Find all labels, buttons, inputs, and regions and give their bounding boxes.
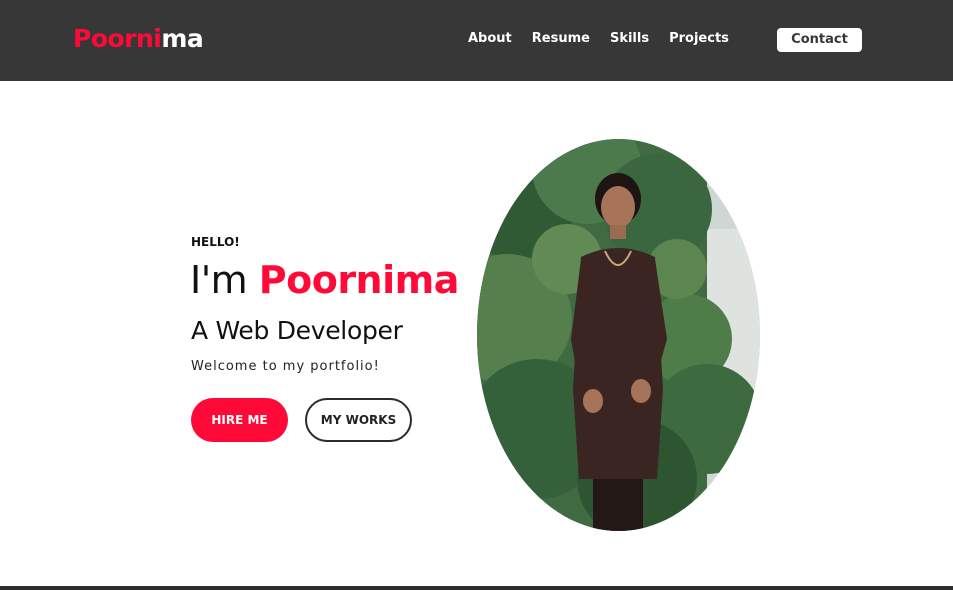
site-logo[interactable]: Poornima xyxy=(73,24,204,53)
nav-link-projects[interactable]: Projects xyxy=(669,31,729,46)
hero-title: I'm Poornima xyxy=(190,258,459,302)
hero-greeting: HELLO! xyxy=(191,235,240,249)
profile-photo xyxy=(477,139,760,531)
contact-button[interactable]: Contact xyxy=(777,28,862,52)
nav-link-about[interactable]: About xyxy=(468,31,512,46)
nav-link-skills[interactable]: Skills xyxy=(610,31,649,46)
hero-name: Poornima xyxy=(258,258,460,302)
my-works-button[interactable]: MY WORKS xyxy=(305,398,412,442)
hero-welcome: Welcome to my portfolio! xyxy=(191,359,380,374)
nav-links: About Resume Skills Projects xyxy=(468,31,749,46)
logo-part-a: Poorni xyxy=(73,24,162,53)
logo-part-b: ma xyxy=(161,24,204,53)
hire-me-button[interactable]: HIRE ME xyxy=(191,398,288,442)
hero-intro: I'm xyxy=(190,258,259,302)
footer-bar xyxy=(0,586,953,590)
navbar: Poornima About Resume Skills Projects Co… xyxy=(0,0,953,81)
hero-role: A Web Developer xyxy=(191,316,403,345)
nav-link-resume[interactable]: Resume xyxy=(532,31,590,46)
